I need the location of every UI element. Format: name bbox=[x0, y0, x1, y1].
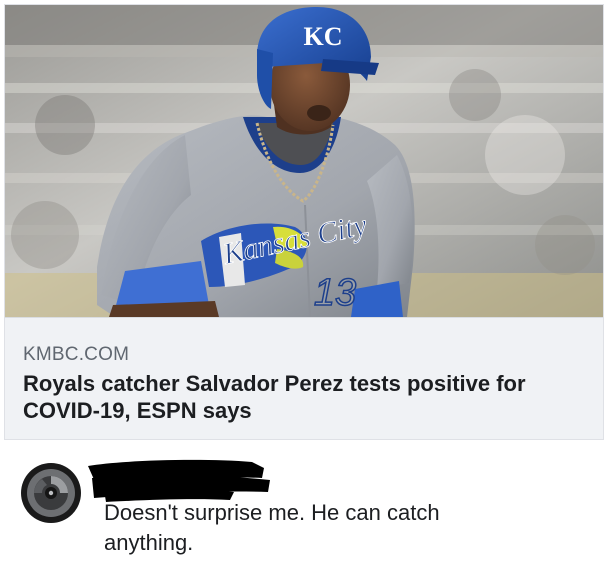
avatar-icon[interactable] bbox=[20, 462, 82, 524]
helmet-logo: KC bbox=[304, 22, 343, 51]
redacted-author-name bbox=[88, 459, 270, 502]
jersey-number: 13 bbox=[314, 272, 356, 314]
link-preview-card[interactable]: KC Kansas City 13 KMBC.COM Royals catche… bbox=[4, 4, 604, 440]
link-meta[interactable]: KMBC.COM Royals catcher Salvador Perez t… bbox=[5, 317, 603, 439]
link-domain: KMBC.COM bbox=[23, 344, 130, 365]
comment-text: Doesn't surprise me. He can catch anythi… bbox=[104, 500, 440, 555]
link-headline[interactable]: Royals catcher Salvador Perez tests posi… bbox=[23, 370, 583, 424]
article-photo[interactable]: KC Kansas City 13 bbox=[5, 5, 603, 317]
comment: Doesn't surprise me. He can catch anythi… bbox=[0, 446, 610, 561]
